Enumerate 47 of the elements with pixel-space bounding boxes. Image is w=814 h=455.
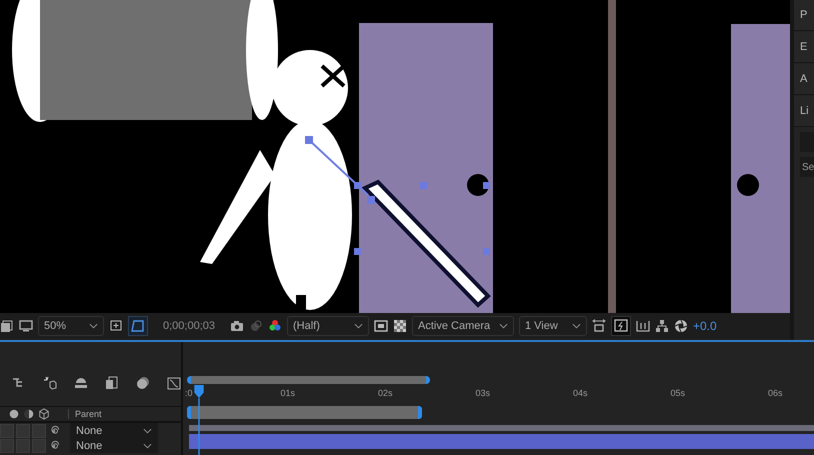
transparency-grid-icon[interactable]	[393, 318, 407, 332]
time-label: 03s	[475, 387, 490, 400]
half-circle-icon[interactable]	[23, 408, 35, 420]
camera-dropdown[interactable]: Active Camera	[412, 316, 514, 336]
time-label: 01s	[280, 387, 295, 400]
aperture-icon[interactable]	[674, 318, 688, 332]
parent-dropdown[interactable]: None	[70, 423, 158, 438]
playhead[interactable]	[193, 385, 205, 455]
crosshair-frame-icon[interactable]	[109, 318, 123, 332]
camera-icon[interactable]	[230, 318, 244, 332]
chevron-icon	[89, 322, 98, 328]
motion-blur-icon[interactable]	[136, 376, 150, 390]
monitor-icon[interactable]	[19, 318, 33, 332]
time-label: :0	[185, 387, 193, 400]
chevron-icon	[572, 322, 581, 328]
color-channels-icon[interactable]	[268, 318, 282, 332]
region-of-interest-button[interactable]	[128, 316, 148, 336]
panel-field-label[interactable]: Se	[800, 157, 814, 177]
layers-icon[interactable]	[0, 318, 14, 332]
cube-icon[interactable]	[38, 408, 50, 420]
exposure-value[interactable]: +0.0	[693, 318, 717, 332]
timecode[interactable]: 0;00;00;03	[153, 320, 225, 332]
switch-cell[interactable]	[16, 438, 30, 452]
graph-editor-icon[interactable]	[167, 376, 181, 390]
switch-cell[interactable]	[0, 424, 14, 438]
chevron-icon	[499, 322, 508, 328]
time-label: 05s	[670, 387, 685, 400]
flowchart-icon[interactable]	[655, 318, 669, 332]
fast-preview-frame-icon[interactable]	[374, 318, 388, 332]
column-header[interactable]: Parent	[68, 409, 102, 419]
view-layout-dropdown[interactable]: 1 View	[519, 316, 587, 336]
switch-cell[interactable]	[32, 438, 46, 452]
switch-cell[interactable]	[16, 424, 30, 438]
time-label: 06s	[768, 387, 782, 400]
resolution-dropdown[interactable]: (Half)	[287, 316, 369, 336]
switch-cell[interactable]	[0, 438, 14, 452]
shy-layers-icon[interactable]	[74, 376, 88, 390]
time-label: 02s	[378, 387, 392, 400]
chevron-icon	[354, 322, 363, 328]
zoom-dropdown[interactable]: 50%	[38, 316, 104, 336]
parent-dropdown[interactable]: None	[70, 438, 158, 453]
fast-previews-button[interactable]	[611, 316, 631, 336]
switch-cell[interactable]	[32, 424, 46, 438]
switches-icon[interactable]	[8, 408, 20, 420]
pixel-aspect-icon[interactable]	[592, 318, 606, 332]
time-label: 04s	[572, 387, 588, 400]
frame-blending-icon[interactable]	[105, 376, 119, 390]
